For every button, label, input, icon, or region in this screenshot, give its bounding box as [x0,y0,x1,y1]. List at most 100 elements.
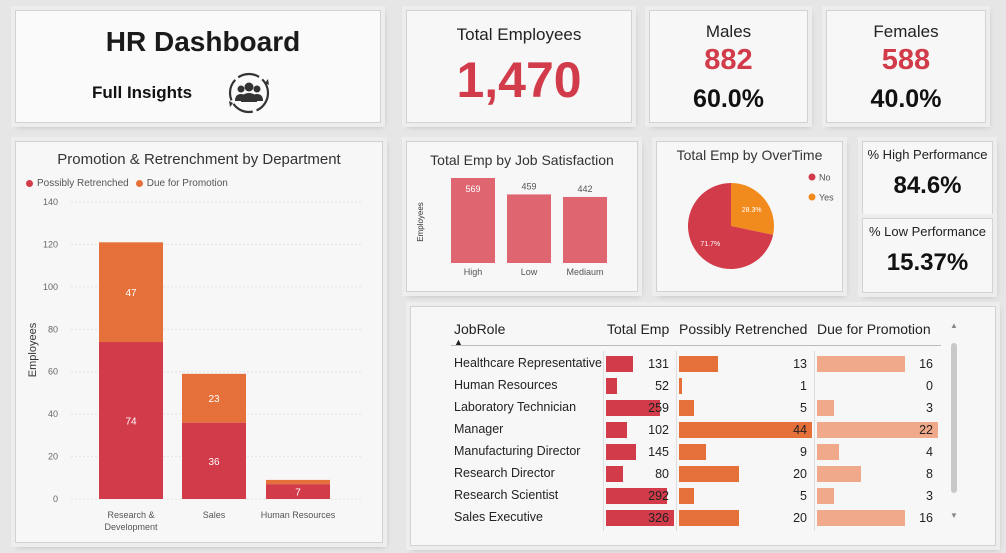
table-row[interactable]: Manufacturing Director 145 9 4 [411,441,951,463]
column-divider [603,351,604,531]
bar-data-label: 23 [208,394,220,405]
scroll-up-icon[interactable]: ▲ [950,321,958,330]
x-tick-label: Low [521,267,538,277]
cell-jobrole: Human Resources [454,378,558,392]
jobrole-table-card: JobRole ▲ Total Emp Possibly Retrenched … [410,306,996,546]
jobsat-chart-plot: Employees 569 High 459 Low 442 Mediaum [416,178,607,277]
legend-label-yes: Yes [819,193,834,203]
females-percent: 40.0% [870,85,942,113]
job-satisfaction-chart-card: Total Emp by Job Satisfaction Employees 5… [406,141,638,292]
cell-retrenched: 20 [793,467,807,481]
cell-promotion: 22 [919,423,933,437]
table-scroll-thumb[interactable] [951,343,957,493]
legend-dot-yes [808,193,816,201]
males-label: Males [705,22,752,41]
promo-chart-plot: 0 20 40 60 80 100 120 140 Employees 74 47 Research … [27,197,361,532]
jobsat-bar[interactable] [563,196,607,263]
cell-jobrole: Manufacturing Director [454,444,581,458]
cell-promotion: 16 [919,357,933,371]
table-row[interactable]: Research Director 80 20 8 [411,463,951,485]
y-tick-label: 0 [53,494,58,504]
cell-jobrole: Laboratory Technician [454,400,577,414]
overtime-pie-plot: 28.3% 71.7% No Yes [688,173,834,269]
header-divider [451,345,941,346]
cell-total: 326 [648,511,669,525]
cell-promotion: 0 [926,379,933,393]
cell-total: 131 [648,357,669,371]
dashboard-subtitle: Full Insights [92,83,193,102]
overtime-chart-card: Total Emp by OverTime 28.3% 71.7% No Yes [656,141,843,292]
y-tick-label: 140 [43,197,58,207]
column-divider [676,351,677,531]
bar-data-label: 47 [125,288,137,299]
cell-promotion: 3 [926,401,933,415]
cell-retrenched: 44 [793,423,807,437]
x-tick-label: Development [104,522,158,532]
legend-dot-no [808,173,816,181]
bar-data-label: 74 [125,417,137,428]
cell-retrenched: 1 [800,379,807,393]
high-performance-value: 84.6% [893,172,962,199]
females-card: Females 588 40.0% [826,10,986,123]
cell-jobrole: Research Scientist [454,488,559,502]
bar-promotion[interactable] [266,479,330,485]
cell-promotion: 8 [926,467,933,481]
cell-promotion: 4 [926,445,933,459]
total-employees-card: Total Employees 1,470 [406,10,632,123]
high-performance-card: % High Performance 84.6% [862,141,993,216]
col-header-possibly-retrenched[interactable]: Possibly Retrenched [679,321,807,337]
table-row[interactable]: Sales Executive 326 20 16 [411,507,951,529]
bar-data-label: 36 [208,457,220,468]
pie-data-label: 28.3% [742,207,762,214]
x-tick-label: Research & [107,510,154,520]
table-row[interactable]: Human Resources 52 1 0 [411,375,951,397]
table-row[interactable]: Healthcare Representative 131 13 16 [411,353,951,375]
low-performance-value: 15.37% [886,249,969,276]
x-tick-label: High [464,267,483,277]
high-performance-label: % High Performance [867,147,988,162]
males-percent: 60.0% [693,85,764,113]
y-tick-label: 100 [43,282,58,292]
males-value: 882 [704,44,753,76]
cell-promotion: 16 [919,511,933,525]
y-tick-label: 20 [48,452,58,462]
table-row[interactable]: Laboratory Technician 259 5 3 [411,397,951,419]
col-header-due-for-promotion[interactable]: Due for Promotion [817,321,931,337]
cell-jobrole: Manager [454,422,504,436]
cell-total: 52 [655,379,669,393]
promotion-retrenchment-chart-card: Promotion & Retrenchment by Department P… [15,141,383,543]
females-value: 588 [881,44,931,76]
pie-data-label: 71.7% [700,241,720,248]
jobsat-bar[interactable] [507,194,551,263]
cell-jobrole: Healthcare Representative [454,356,602,370]
total-employees-value: 1,470 [456,52,582,108]
column-divider [814,351,815,531]
x-tick-label: Mediaum [566,267,603,277]
scroll-down-icon[interactable]: ▼ [950,511,958,520]
x-tick-label: Human Resources [261,510,336,520]
y-tick-label: 40 [48,409,58,419]
low-performance-card: % Low Performance 15.37% [862,218,993,293]
table-row[interactable]: Research Scientist 292 5 3 [411,485,951,507]
dashboard-title: HR Dashboard [105,26,301,57]
y-axis-label: Employees [416,202,425,242]
cell-jobrole: Sales Executive [454,510,543,524]
legend-label-no: No [819,173,831,183]
cell-retrenched: 20 [793,511,807,525]
cell-retrenched: 5 [800,401,807,415]
cell-total: 145 [648,445,669,459]
col-header-total-emp[interactable]: Total Emp [607,321,669,337]
bar-data-label: 569 [465,184,480,194]
bar-data-label: 442 [577,184,592,194]
bar-data-label: 7 [295,488,301,499]
cell-total: 102 [648,423,669,437]
y-axis-label: Employees [27,322,39,377]
cell-promotion: 3 [926,489,933,503]
col-header-jobrole[interactable]: JobRole [454,321,505,337]
x-tick-label: Sales [203,510,226,520]
title-card: HR Dashboard Full Insights [15,10,381,123]
females-label: Females [873,22,939,41]
table-row[interactable]: Manager 102 44 22 [411,419,951,441]
cell-total: 259 [648,401,669,415]
cell-retrenched: 13 [793,357,807,371]
